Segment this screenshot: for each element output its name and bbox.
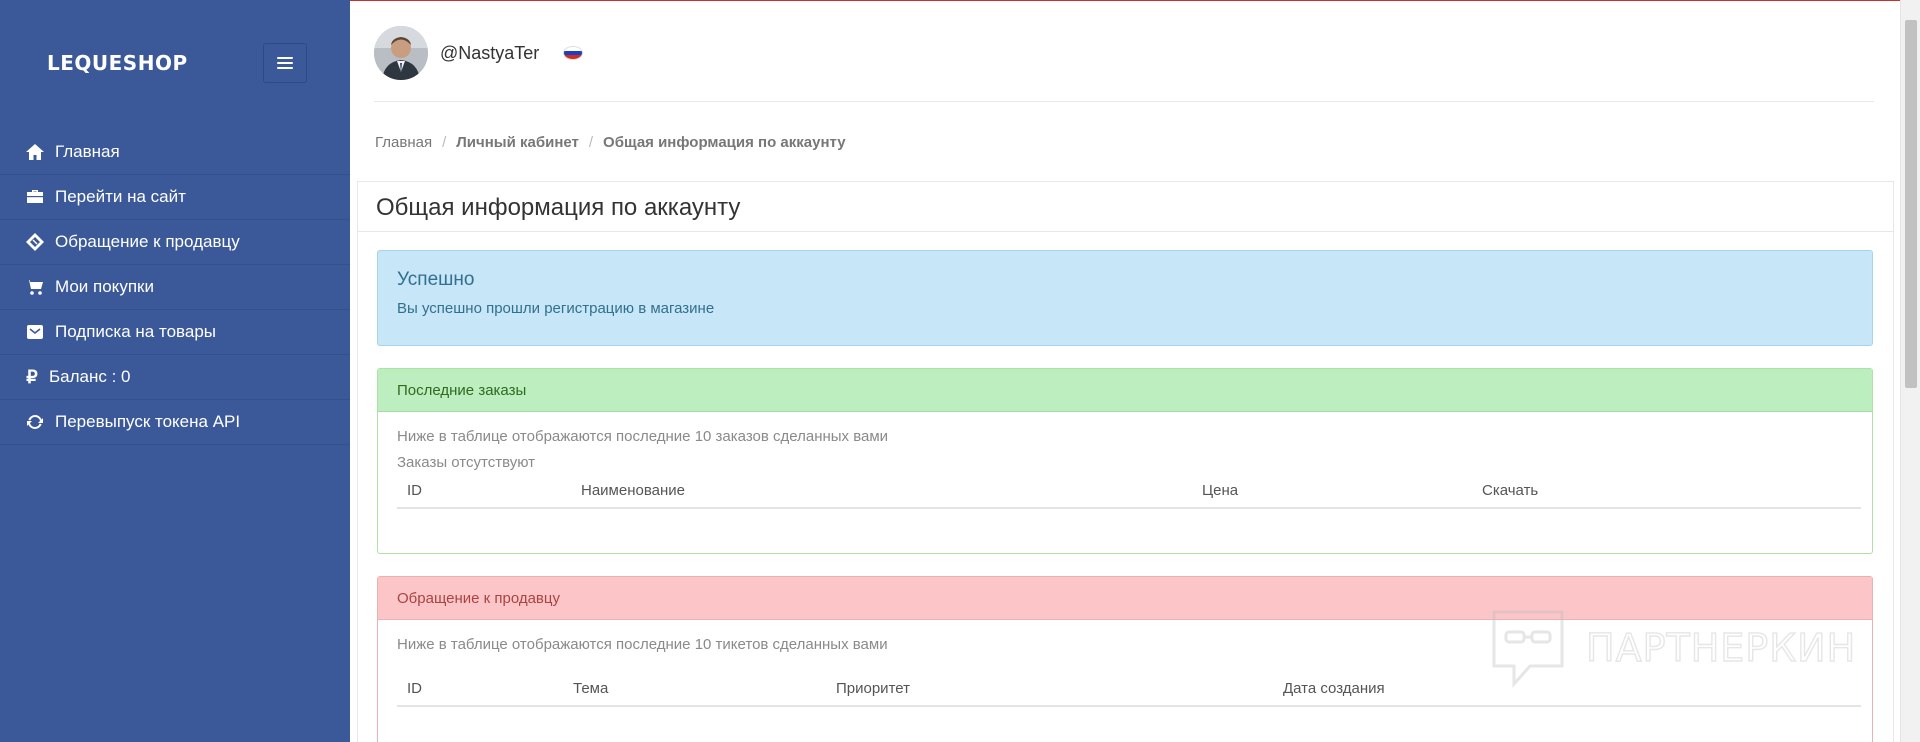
username[interactable]: @NastyaTer <box>440 43 539 64</box>
column-header-id[interactable]: ID <box>397 674 563 707</box>
column-header-price[interactable]: Цена <box>1192 476 1472 509</box>
sidebar-item-label: Перевыпуск токена API <box>55 412 241 431</box>
breadcrumb-account-link[interactable]: Личный кабинет <box>456 134 579 151</box>
breadcrumb: Главная / Личный кабинет / Общая информа… <box>375 134 846 151</box>
breadcrumb-separator: / <box>588 134 594 151</box>
hamburger-icon <box>277 57 293 69</box>
success-alert: Успешно Вы успешно прошли регистрацию в … <box>377 250 1873 346</box>
alert-text: Вы успешно прошли регистрацию в магазине <box>397 300 715 317</box>
envelope-icon <box>24 322 46 342</box>
refresh-icon <box>24 412 46 432</box>
column-header-name[interactable]: Наименование <box>571 476 1192 509</box>
flag-russia-icon[interactable] <box>563 46 584 60</box>
watermark-text: ПАРТНЕРКИН <box>1585 625 1857 670</box>
sidebar-item-label: Перейти на сайт <box>55 187 186 206</box>
top-accent-line <box>350 0 1920 1</box>
sidebar-item-api-token[interactable]: Перевыпуск токена API <box>0 400 350 445</box>
column-header-id[interactable]: ID <box>397 476 571 509</box>
sidebar-item-label: Обращение к продавцу <box>55 232 240 251</box>
scrollbar-thumb[interactable] <box>1905 20 1917 388</box>
sidebar-item-subscriptions[interactable]: Подписка на товары <box>0 310 350 355</box>
sidebar-item-label: Баланс : 0 <box>49 367 131 386</box>
orders-note: Ниже в таблице отображаются последние 10… <box>397 428 889 445</box>
user-header: @NastyaTer <box>374 25 584 81</box>
watermark-logo-icon <box>1492 610 1564 688</box>
sidebar-item-label: Подписка на товары <box>55 322 216 341</box>
column-header-download[interactable]: Скачать <box>1472 476 1861 509</box>
breadcrumb-current: Общая информация по аккаунту <box>603 134 846 151</box>
watermark: ПАРТНЕРКИН <box>1490 608 1856 688</box>
column-header-priority[interactable]: Приоритет <box>826 674 1273 707</box>
page-title: Общая информация по аккаунту <box>376 194 741 221</box>
breadcrumb-separator: / <box>442 134 447 151</box>
column-header-subject[interactable]: Тема <box>563 674 826 707</box>
panel-divider <box>358 231 1893 232</box>
cart-icon <box>24 277 46 297</box>
ruble-icon: ₽ <box>26 366 38 387</box>
orders-table: ID Наименование Цена Скачать <box>397 476 1861 509</box>
brand-logo[interactable]: LEQUESHOP <box>47 51 188 75</box>
orders-heading: Последние заказы <box>378 369 1872 412</box>
header-divider <box>374 101 1874 102</box>
page-scrollbar[interactable] <box>1900 0 1920 742</box>
sidebar-item-site[interactable]: Перейти на сайт <box>0 175 350 220</box>
sidebar-item-support[interactable]: Обращение к продавцу <box>0 220 350 265</box>
sidebar-item-label: Мои покупки <box>55 277 154 296</box>
ticket-icon <box>24 232 46 252</box>
menu-toggle-button[interactable] <box>263 43 307 83</box>
home-icon <box>24 142 46 162</box>
avatar[interactable] <box>374 26 428 80</box>
sidebar-item-balance[interactable]: ₽ Баланс : 0 <box>0 355 350 400</box>
breadcrumb-home-link[interactable]: Главная <box>375 134 432 151</box>
orders-table-header-row: ID Наименование Цена Скачать <box>397 476 1861 509</box>
briefcase-icon <box>24 187 46 207</box>
tickets-note: Ниже в таблице отображаются последние 10… <box>397 636 888 653</box>
orders-empty-message: Заказы отсутствуют <box>397 454 536 471</box>
sidebar-item-home[interactable]: Главная <box>0 130 350 175</box>
sidebar-item-purchases[interactable]: Мои покупки <box>0 265 350 310</box>
orders-box: Последние заказы Ниже в таблице отобража… <box>377 368 1873 554</box>
sidebar: LEQUESHOP Главная Перейти на сайт Обраще… <box>0 0 350 742</box>
alert-heading: Успешно <box>397 269 475 290</box>
sidebar-item-label: Главная <box>55 142 120 161</box>
sidebar-nav: Главная Перейти на сайт Обращение к прод… <box>0 130 350 445</box>
